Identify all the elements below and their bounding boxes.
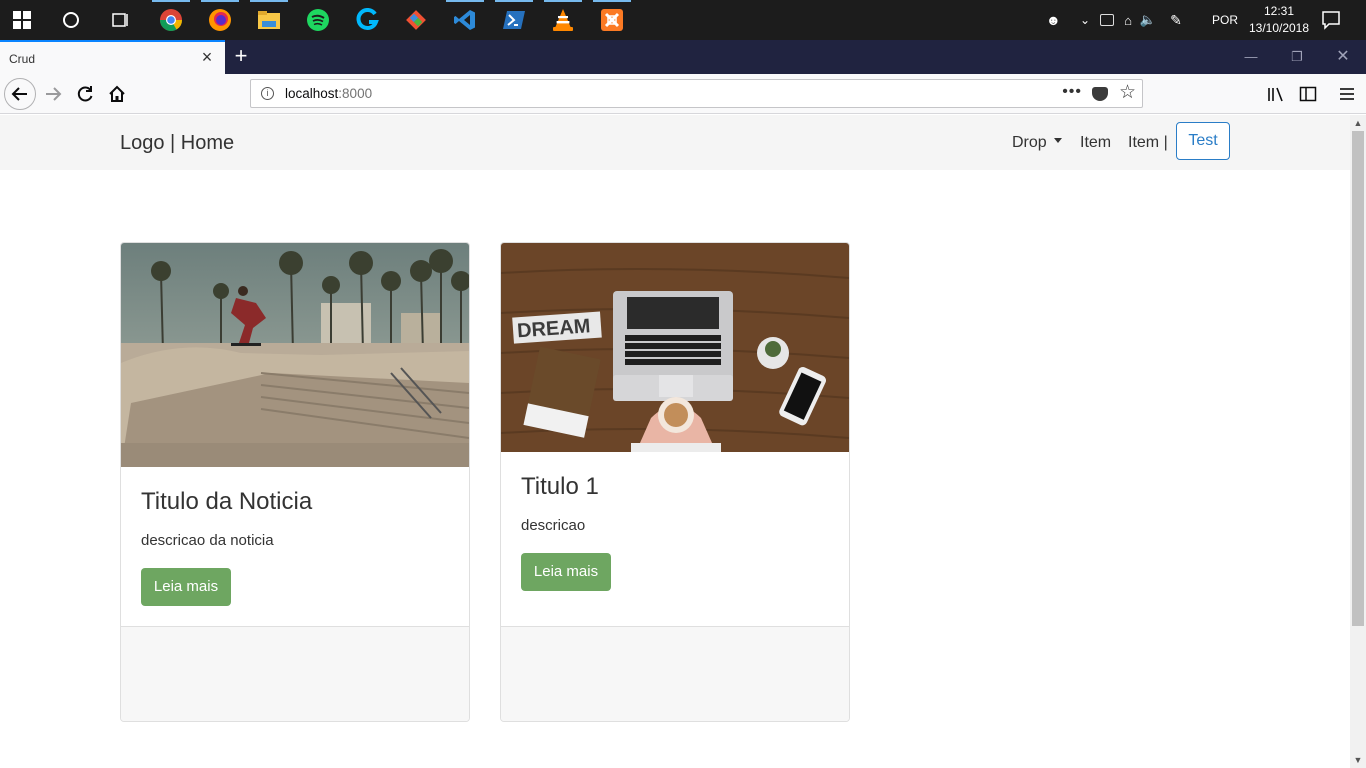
close-window-icon[interactable]: ✕ xyxy=(1320,40,1366,74)
brand-link[interactable]: Logo | Home xyxy=(120,132,234,155)
wifi-icon[interactable]: ⌂ xyxy=(1124,13,1132,28)
input-language[interactable]: POR xyxy=(1212,0,1238,40)
xampp-icon[interactable] xyxy=(590,0,634,40)
scroll-up-arrow-icon[interactable]: ▲ xyxy=(1350,115,1366,131)
clock[interactable]: 12:31 13/10/2018 xyxy=(1248,3,1310,37)
caret-down-icon xyxy=(1053,138,1062,144)
card-footer xyxy=(501,626,849,721)
news-card: DREAM Titulo 1 descricao Leia mais xyxy=(500,242,850,722)
cortana-icon[interactable] xyxy=(49,0,93,40)
read-more-button[interactable]: Leia mais xyxy=(521,553,611,591)
page-actions-icon[interactable]: ••• xyxy=(1062,83,1082,101)
nav-item-1[interactable]: Item xyxy=(1080,134,1111,152)
test-button[interactable]: Test xyxy=(1176,122,1230,160)
url-host: localhost xyxy=(285,86,339,101)
page-scrollbar[interactable]: ▲ ▼ xyxy=(1350,115,1366,768)
git-icon[interactable] xyxy=(394,0,438,40)
logitech-icon[interactable] xyxy=(345,0,389,40)
show-hidden-icons-chevron-icon[interactable]: ⌄ xyxy=(1080,13,1090,27)
windows-taskbar: ☻ ⌄ ⌂ 🔈 ✎ POR 12:31 13/10/2018 xyxy=(0,0,1366,40)
url-bar[interactable]: i localhost:8000 ••• ☆ xyxy=(250,79,1143,108)
chrome-icon[interactable] xyxy=(149,0,193,40)
people-icon[interactable]: ☻ xyxy=(1046,12,1064,28)
tab-close-icon[interactable]: × xyxy=(197,47,217,67)
battery-icon[interactable] xyxy=(1100,14,1115,26)
site-info-icon[interactable]: i xyxy=(261,87,274,100)
desk-laptop-photo: DREAM xyxy=(501,243,849,452)
new-tab-icon[interactable]: + xyxy=(229,43,253,69)
home-icon[interactable] xyxy=(101,78,133,110)
volume-icon[interactable]: 🔈 xyxy=(1140,12,1156,28)
pocket-icon[interactable] xyxy=(1092,87,1108,101)
browser-tab[interactable]: Crud × xyxy=(0,40,225,74)
nav-item-2[interactable]: Item | xyxy=(1128,134,1168,152)
forward-icon[interactable] xyxy=(37,78,69,110)
nav-dropdown-toggle[interactable]: Drop xyxy=(1012,134,1062,152)
task-view-icon[interactable] xyxy=(98,0,142,40)
restore-icon[interactable]: ❐ xyxy=(1274,40,1320,74)
url-text: localhost:8000 xyxy=(285,86,372,101)
firefox-icon[interactable] xyxy=(198,0,242,40)
language-label: POR xyxy=(1212,13,1239,27)
card-description: descricao xyxy=(521,517,586,534)
scrollbar-thumb[interactable] xyxy=(1352,131,1364,626)
reload-icon[interactable] xyxy=(69,78,101,110)
skatepark-photo xyxy=(121,243,469,467)
library-icon[interactable] xyxy=(1260,78,1292,110)
news-card: Titulo da Noticia descricao da noticia L… xyxy=(120,242,470,722)
browser-toolbar: i localhost:8000 ••• ☆ xyxy=(0,74,1366,114)
vlc-icon[interactable] xyxy=(541,0,585,40)
spotify-icon[interactable] xyxy=(296,0,340,40)
back-icon[interactable] xyxy=(4,78,36,110)
card-title: Titulo 1 xyxy=(521,473,599,500)
powershell-icon[interactable] xyxy=(492,0,536,40)
nav-dropdown-label: Drop xyxy=(1012,134,1047,151)
screen: ☻ ⌄ ⌂ 🔈 ✎ POR 12:31 13/10/2018 Crud × + … xyxy=(0,0,1366,768)
url-port: :8000 xyxy=(338,86,373,101)
windows-start-icon[interactable] xyxy=(0,0,44,40)
action-center-icon[interactable] xyxy=(1320,9,1342,31)
pen-workspace-icon[interactable]: ✎ xyxy=(1170,12,1182,29)
browser-tab-strip: Crud × + — ❐ ✕ xyxy=(0,40,1366,74)
web-page: Logo | Home Drop Item Item | Test Titulo… xyxy=(0,115,1350,768)
clock-date: 13/10/2018 xyxy=(1248,21,1310,35)
scroll-down-arrow-icon[interactable]: ▼ xyxy=(1350,752,1366,768)
tab-title: Crud xyxy=(9,52,36,66)
card-footer xyxy=(121,626,469,721)
clock-time: 12:31 xyxy=(1263,4,1295,18)
card-title: Titulo da Noticia xyxy=(141,488,313,515)
sidebar-toggle-icon[interactable] xyxy=(1292,78,1324,110)
bookmark-star-icon[interactable]: ☆ xyxy=(1119,82,1136,104)
file-explorer-icon[interactable] xyxy=(247,0,291,40)
site-navbar: Logo | Home Drop Item Item | Test xyxy=(0,115,1350,170)
vscode-icon[interactable] xyxy=(443,0,487,40)
menu-hamburger-icon[interactable] xyxy=(1331,78,1363,110)
card-description: descricao da noticia xyxy=(141,532,274,549)
read-more-button[interactable]: Leia mais xyxy=(141,568,231,606)
minimize-icon[interactable]: — xyxy=(1228,40,1274,74)
system-tray: ☻ ⌄ ⌂ 🔈 ✎ xyxy=(1046,0,1182,40)
